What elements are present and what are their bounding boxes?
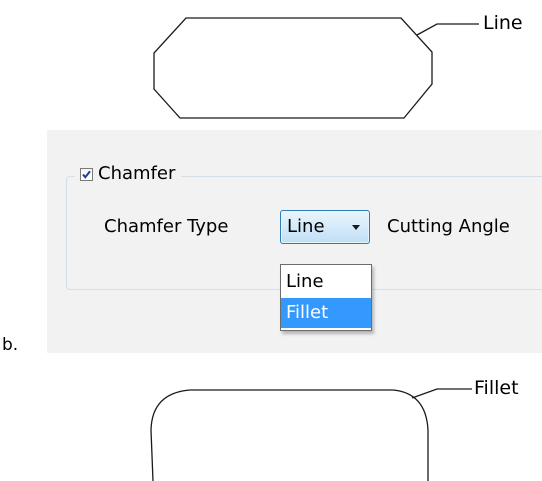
chamfer-type-label: Chamfer Type [104, 216, 229, 237]
line-callout-label: Line [483, 12, 523, 34]
dropdown-option-line[interactable]: Line [281, 267, 371, 297]
line-chamfer-outline [153, 17, 433, 119]
chamfer-group-header[interactable]: Chamfer [75, 162, 182, 186]
chamfer-settings-panel: Chamfer Chamfer Type Line Cutting Angle … [47, 130, 542, 353]
chamfer-type-value: Line [287, 216, 325, 237]
cutting-angle-label: Cutting Angle [387, 216, 510, 237]
chamfer-checkbox-label: Chamfer [98, 163, 176, 184]
chamfer-type-combobox[interactable]: Line [280, 210, 370, 244]
checkmark-icon [82, 170, 91, 179]
chamfer-checkbox[interactable] [80, 167, 93, 181]
fillet-callout-label: Fillet [474, 377, 519, 399]
chamfer-type-dropdown: Line Fillet [280, 264, 372, 331]
fillet-callout-leader [411, 388, 472, 399]
triangle-down-icon [352, 225, 360, 230]
dropdown-option-fillet[interactable]: Fillet [281, 298, 371, 328]
figure-sublabel: b. [2, 335, 19, 355]
fillet-outline [150, 389, 429, 481]
line-callout-leader [416, 23, 479, 36]
